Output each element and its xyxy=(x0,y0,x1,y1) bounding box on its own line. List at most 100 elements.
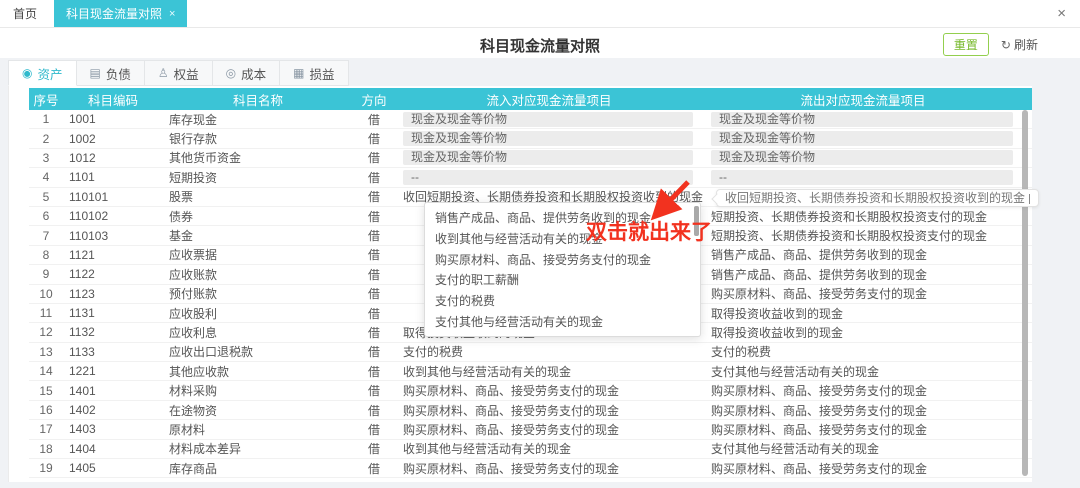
annotation-text: 双击就出来了 xyxy=(586,216,712,246)
tab-cost[interactable]: ◎ 成本 xyxy=(213,60,281,86)
outflow-cell[interactable]: 支付其他与经营活动有关的现金 xyxy=(703,440,1023,457)
account-code: 110103 xyxy=(63,229,163,243)
inflow-cell[interactable]: 购买原材料、商品、接受劳务支付的现金 xyxy=(395,382,703,399)
vertical-scrollbar[interactable] xyxy=(1022,110,1028,476)
outflow-cell[interactable]: 现金及现金等价物 xyxy=(703,150,1023,165)
account-code: 1012 xyxy=(63,151,163,165)
tab-equity[interactable]: ♙权益 xyxy=(145,60,213,86)
row-number: 3 xyxy=(29,151,63,165)
tab-assets[interactable]: ◉资产 xyxy=(8,60,77,86)
outflow-cell[interactable]: 取得投资收益收到的现金 xyxy=(703,324,1023,341)
column-header: 科目编码 xyxy=(63,90,163,109)
title-actions: 重置 ↻ 刷新 xyxy=(943,33,1038,56)
tab-home[interactable]: 首页 xyxy=(0,0,50,27)
outflow-cell[interactable]: 购买原材料、商品、接受劳务支付的现金 xyxy=(703,421,1023,438)
account-code: 1404 xyxy=(63,442,163,456)
value-box: 现金及现金等价物 xyxy=(711,150,1013,165)
account-code: 1402 xyxy=(63,403,163,417)
tab-close-icon[interactable]: × xyxy=(169,8,175,20)
account-code: 110102 xyxy=(63,209,163,223)
dropdown-option[interactable]: 购买原材料、商品、接受劳务支付的现金 xyxy=(425,250,700,271)
value-box: 现金及现金等价物 xyxy=(403,150,693,165)
inflow-cell[interactable]: 现金及现金等价物 xyxy=(395,150,703,165)
account-code: 1121 xyxy=(63,248,163,262)
direction: 借 xyxy=(353,421,395,438)
dropdown-option[interactable]: 支付的职工薪酬 xyxy=(425,270,700,291)
account-code: 110101 xyxy=(63,190,163,204)
outflow-cell[interactable]: 销售产成品、商品、提供劳务收到的现金 xyxy=(703,246,1023,263)
value-box: 现金及现金等价物 xyxy=(403,112,693,127)
tab-home-label: 首页 xyxy=(13,5,37,22)
outflow-cell[interactable]: 购买原材料、商品、接受劳务支付的现金 xyxy=(703,460,1023,477)
row-number: 17 xyxy=(29,422,63,436)
table-row: 21002银行存款借现金及现金等价物现金及现金等价物 xyxy=(29,129,1032,148)
outflow-cell[interactable]: 支付的税费 xyxy=(703,343,1023,360)
outflow-cell[interactable]: -- xyxy=(703,170,1023,185)
table-row: 171403原材料借购买原材料、商品、接受劳务支付的现金购买原材料、商品、接受劳… xyxy=(29,420,1032,439)
row-number: 11 xyxy=(29,306,63,320)
account-name: 基金 xyxy=(163,227,353,244)
account-code: 1123 xyxy=(63,287,163,301)
account-name: 应收票据 xyxy=(163,246,353,263)
direction: 借 xyxy=(353,363,395,380)
inflow-cell[interactable]: 购买原材料、商品、接受劳务支付的现金 xyxy=(395,460,703,477)
inflow-cell[interactable]: 现金及现金等价物 xyxy=(395,112,703,127)
tab-label: 资产 xyxy=(37,64,62,83)
outflow-cell[interactable]: 购买原材料、商品、接受劳务支付的现金 xyxy=(703,402,1023,419)
tab-label: 成本 xyxy=(241,64,266,83)
account-code: 1401 xyxy=(63,384,163,398)
table-header-row: 序号科目编码科目名称方向流入对应现金流量项目流出对应现金流量项目 xyxy=(29,88,1032,110)
inflow-cell[interactable]: 现金及现金等价物 xyxy=(395,131,703,146)
outflow-cell[interactable]: 短期投资、长期债券投资和长期股权投资支付的现金 xyxy=(703,227,1023,244)
table-row: 191405库存商品借购买原材料、商品、接受劳务支付的现金购买原材料、商品、接受… xyxy=(29,459,1032,478)
cost-icon: ◎ xyxy=(226,66,236,80)
inflow-cell[interactable]: 支付的税费 xyxy=(395,343,703,360)
account-code: 1001 xyxy=(63,112,163,126)
account-code: 1221 xyxy=(63,364,163,378)
tab-cashflow-mapping[interactable]: 科目现金流量对照 × xyxy=(54,0,187,27)
tab-profit-loss[interactable]: ▦ 损益 xyxy=(280,60,348,86)
tab-label: 损益 xyxy=(309,64,334,83)
row-number: 8 xyxy=(29,248,63,262)
outflow-cell[interactable]: 销售产成品、商品、提供劳务收到的现金 xyxy=(703,266,1023,283)
profit-loss-icon: ▦ xyxy=(293,66,304,80)
direction: 借 xyxy=(353,188,395,205)
inflow-cell[interactable]: 购买原材料、商品、接受劳务支付的现金 xyxy=(395,421,703,438)
column-header: 科目名称 xyxy=(163,90,353,109)
tab-liabilities[interactable]: ▤负债 xyxy=(77,60,145,86)
direction: 借 xyxy=(353,440,395,457)
refresh-button[interactable]: ↻ 刷新 xyxy=(1001,36,1038,53)
direction: 借 xyxy=(353,343,395,360)
close-icon[interactable]: × xyxy=(1043,0,1080,27)
direction: 借 xyxy=(353,324,395,341)
table-row: 31012其他货币资金借现金及现金等价物现金及现金等价物 xyxy=(29,149,1032,168)
outflow-cell[interactable]: 购买原材料、商品、接受劳务支付的现金 xyxy=(703,285,1023,302)
reset-button[interactable]: 重置 xyxy=(943,33,989,56)
category-tabs: ◉资产▤负债♙权益 ◎ 成本 ▦ 损益 xyxy=(8,60,349,86)
row-number: 7 xyxy=(29,229,63,243)
row-number: 13 xyxy=(29,345,63,359)
account-name: 库存商品 xyxy=(163,460,353,477)
direction: 借 xyxy=(353,285,395,302)
inflow-cell[interactable]: 购买原材料、商品、接受劳务支付的现金 xyxy=(395,402,703,419)
row-number: 14 xyxy=(29,364,63,378)
account-name: 应收股利 xyxy=(163,305,353,322)
dropdown-option[interactable]: 支付的税费 xyxy=(425,291,700,312)
outflow-cell[interactable]: 支付其他与经营活动有关的现金 xyxy=(703,363,1023,380)
direction: 借 xyxy=(353,246,395,263)
direction: 借 xyxy=(353,169,395,186)
outflow-cell[interactable]: 现金及现金等价物 xyxy=(703,112,1023,127)
column-header: 序号 xyxy=(29,90,63,109)
account-code: 1101 xyxy=(63,170,163,184)
direction: 借 xyxy=(353,402,395,419)
outflow-cell[interactable]: 取得投资收益收到的现金 xyxy=(703,305,1023,322)
inflow-cell[interactable]: 收到其他与经营活动有关的现金 xyxy=(395,363,703,380)
direction: 借 xyxy=(353,149,395,166)
value-box: 现金及现金等价物 xyxy=(711,112,1013,127)
outflow-cell[interactable]: 短期投资、长期债券投资和长期股权投资支付的现金 xyxy=(703,208,1023,225)
account-name: 材料采购 xyxy=(163,382,353,399)
inflow-cell[interactable]: 收到其他与经营活动有关的现金 xyxy=(395,440,703,457)
outflow-cell[interactable]: 购买原材料、商品、接受劳务支付的现金 xyxy=(703,382,1023,399)
dropdown-option[interactable]: 支付其他与经营活动有关的现金 xyxy=(425,312,700,333)
outflow-cell[interactable]: 现金及现金等价物 xyxy=(703,131,1023,146)
